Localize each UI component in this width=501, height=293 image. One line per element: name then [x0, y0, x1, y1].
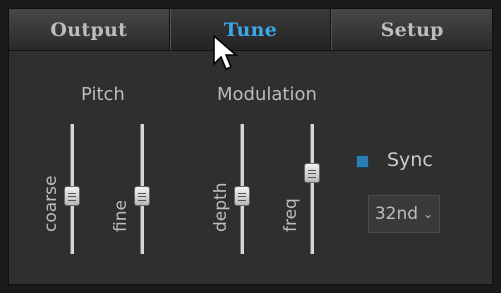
- sync-label: Sync: [387, 149, 433, 171]
- modulation-section-label: Modulation: [217, 84, 317, 105]
- tab-output[interactable]: Output: [9, 9, 170, 50]
- sync-checkbox[interactable]: [356, 155, 369, 168]
- slider-track: [310, 124, 314, 254]
- fine-slider[interactable]: [122, 124, 162, 254]
- tab-tune[interactable]: Tune: [169, 9, 332, 50]
- slider-thumb[interactable]: [134, 185, 150, 206]
- sync-division-dropdown[interactable]: 32nd ⌄: [368, 195, 440, 233]
- slider-thumb[interactable]: [234, 185, 250, 206]
- mouse-pointer-icon: [213, 34, 239, 70]
- slider-thumb[interactable]: [304, 163, 320, 184]
- fine-label: fine: [111, 200, 131, 232]
- sync-division-value: 32nd: [374, 204, 419, 224]
- tab-setup[interactable]: Setup: [331, 9, 493, 50]
- pitch-section-label: Pitch: [81, 84, 125, 105]
- tab-bar: Output Tune Setup: [9, 9, 493, 51]
- freq-label: freq: [281, 198, 301, 232]
- coarse-label: coarse: [41, 175, 61, 232]
- slider-thumb[interactable]: [64, 185, 80, 206]
- chevron-down-icon: ⌄: [423, 207, 434, 221]
- freq-slider[interactable]: [292, 124, 332, 254]
- depth-label: depth: [211, 182, 231, 232]
